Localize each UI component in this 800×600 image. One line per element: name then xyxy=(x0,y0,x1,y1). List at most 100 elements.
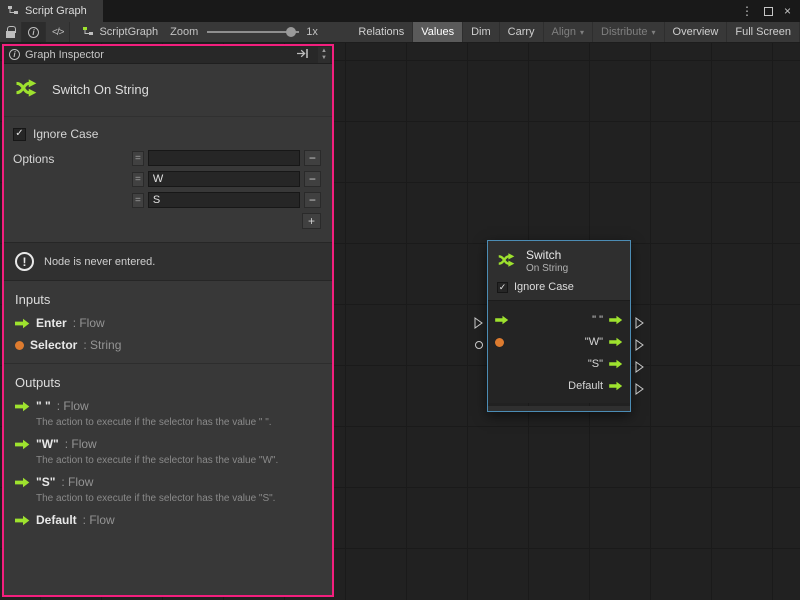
option-input[interactable] xyxy=(148,192,300,208)
align-label: Align xyxy=(552,26,576,38)
input-row: Selector : String xyxy=(15,338,321,352)
graph-toolbar: i </> ScriptGraph Zoom 1x Relations Valu… xyxy=(0,22,800,43)
menu-icon[interactable]: ⋮ xyxy=(741,4,753,18)
node-ports: " " "W" "S" Default xyxy=(488,300,630,403)
external-flow-input-port[interactable] xyxy=(474,317,483,332)
port-label: Default xyxy=(568,380,603,392)
port-description: The action to execute if the selector ha… xyxy=(36,493,321,504)
port-description: The action to execute if the selector ha… xyxy=(36,455,321,466)
code-icon: </> xyxy=(52,27,63,38)
remove-option-button[interactable]: − xyxy=(304,150,321,166)
dim-button[interactable]: Dim xyxy=(463,22,500,42)
add-option-button[interactable]: + xyxy=(302,213,321,229)
flow-port-icon xyxy=(15,515,30,526)
checkbox-icon[interactable]: ✓ xyxy=(13,128,26,141)
value-port-icon xyxy=(15,341,24,350)
overview-button[interactable]: Overview xyxy=(665,22,728,42)
external-flow-output-port[interactable] xyxy=(635,339,644,354)
port-row: " " xyxy=(488,309,630,331)
tab-title: Script Graph xyxy=(25,5,87,17)
check-icon: ✓ xyxy=(499,283,507,292)
tab-script-graph[interactable]: Script Graph xyxy=(0,0,103,22)
zoom-value: 1x xyxy=(304,22,326,42)
scroll-down-icon[interactable]: ▼ xyxy=(321,55,327,62)
external-flow-output-port[interactable] xyxy=(635,317,644,332)
ignore-case-label: Ignore Case xyxy=(33,127,98,141)
drag-handle-icon[interactable]: = xyxy=(132,151,144,166)
option-input[interactable] xyxy=(148,171,300,187)
values-button[interactable]: Values xyxy=(413,22,463,42)
switch-node[interactable]: Switch On String ✓ Ignore Case " " "W" "… xyxy=(487,240,631,412)
drag-handle-icon[interactable]: = xyxy=(132,172,144,187)
ignore-case-checkbox-row[interactable]: ✓ Ignore Case xyxy=(13,127,323,141)
graph-breadcrumb[interactable]: ScriptGraph xyxy=(70,22,166,42)
inspector-title: Graph Inspector xyxy=(25,49,104,61)
flow-output-port-icon[interactable] xyxy=(609,359,623,369)
zoom-label: Zoom xyxy=(166,22,202,42)
window-tab-bar: Script Graph ⋮ × xyxy=(0,0,800,22)
port-name: "W" xyxy=(36,437,59,451)
node-ignore-case-label: Ignore Case xyxy=(514,281,574,293)
port-type: : Flow xyxy=(83,513,115,527)
drag-handle-icon[interactable]: = xyxy=(132,193,144,208)
zoom-slider-knob[interactable] xyxy=(286,27,296,37)
align-button[interactable]: Align ▾ xyxy=(544,22,593,42)
distribute-button[interactable]: Distribute ▾ xyxy=(593,22,664,42)
flow-port-icon xyxy=(15,401,30,412)
scroll-up-icon[interactable]: ▲ xyxy=(321,48,327,55)
port-type: : Flow xyxy=(73,316,105,330)
node-footer[interactable] xyxy=(488,406,630,411)
flow-port-icon xyxy=(15,439,30,450)
info-icon: i xyxy=(9,49,20,60)
port-type: : Flow xyxy=(61,475,93,489)
port-name: Selector xyxy=(30,338,77,352)
flow-output-port-icon[interactable] xyxy=(609,337,623,347)
inspector-toggle-button[interactable]: i xyxy=(22,22,46,42)
graph-window-icon xyxy=(7,4,19,19)
warning-banner: ! Node is never entered. xyxy=(4,242,332,281)
checkbox-icon[interactable]: ✓ xyxy=(497,282,508,293)
port-name: Default xyxy=(36,513,77,527)
flow-output-port-icon[interactable] xyxy=(609,315,623,325)
inputs-title: Inputs xyxy=(15,292,321,307)
flow-input-port-icon[interactable] xyxy=(495,315,509,325)
script-graph-icon xyxy=(82,25,94,40)
code-view-button[interactable]: </> xyxy=(46,22,70,42)
flow-port-icon xyxy=(15,318,30,329)
carry-button[interactable]: Carry xyxy=(500,22,544,42)
port-row: Default xyxy=(488,375,630,397)
external-selector-port[interactable] xyxy=(475,341,483,349)
remove-option-button[interactable]: − xyxy=(304,171,321,187)
flow-output-port-icon[interactable] xyxy=(609,381,623,391)
close-icon[interactable]: × xyxy=(784,4,791,18)
port-row: "W" xyxy=(488,331,630,353)
maximize-icon[interactable] xyxy=(764,7,773,16)
outputs-title: Outputs xyxy=(15,375,321,390)
option-row: = − xyxy=(132,171,321,187)
external-flow-output-port[interactable] xyxy=(635,361,644,376)
remove-option-button[interactable]: − xyxy=(304,192,321,208)
graph-inspector-panel: i Graph Inspector ▲ ▼ Switch On String ✓… xyxy=(2,44,334,597)
zoom-slider[interactable] xyxy=(207,31,299,33)
option-row: = − xyxy=(132,150,321,166)
fullscreen-button[interactable]: Full Screen xyxy=(727,22,800,42)
flow-port-icon xyxy=(15,477,30,488)
port-row: "S" xyxy=(488,353,630,375)
toolbar-buttons: Relations Values Dim Carry Align ▾ Distr… xyxy=(350,22,800,42)
lock-button[interactable] xyxy=(0,22,22,42)
node-ignore-case-checkbox[interactable]: ✓ Ignore Case xyxy=(497,281,622,293)
switch-icon xyxy=(496,249,518,274)
output-row: Default : Flow xyxy=(15,513,321,527)
port-label: "W" xyxy=(585,336,603,348)
external-flow-output-port[interactable] xyxy=(635,383,644,398)
options-list: = − = − = − + xyxy=(132,150,321,229)
distribute-label: Distribute xyxy=(601,26,647,38)
option-input[interactable] xyxy=(148,150,300,166)
dock-icon[interactable] xyxy=(296,48,309,62)
scrollbar-arrows[interactable]: ▲ ▼ xyxy=(318,47,330,63)
relations-button[interactable]: Relations xyxy=(350,22,413,42)
lock-icon xyxy=(6,31,15,38)
port-type: : Flow xyxy=(65,437,97,451)
selector-input-port-icon[interactable] xyxy=(495,338,504,347)
node-header[interactable]: Switch On String ✓ Ignore Case xyxy=(488,241,630,300)
